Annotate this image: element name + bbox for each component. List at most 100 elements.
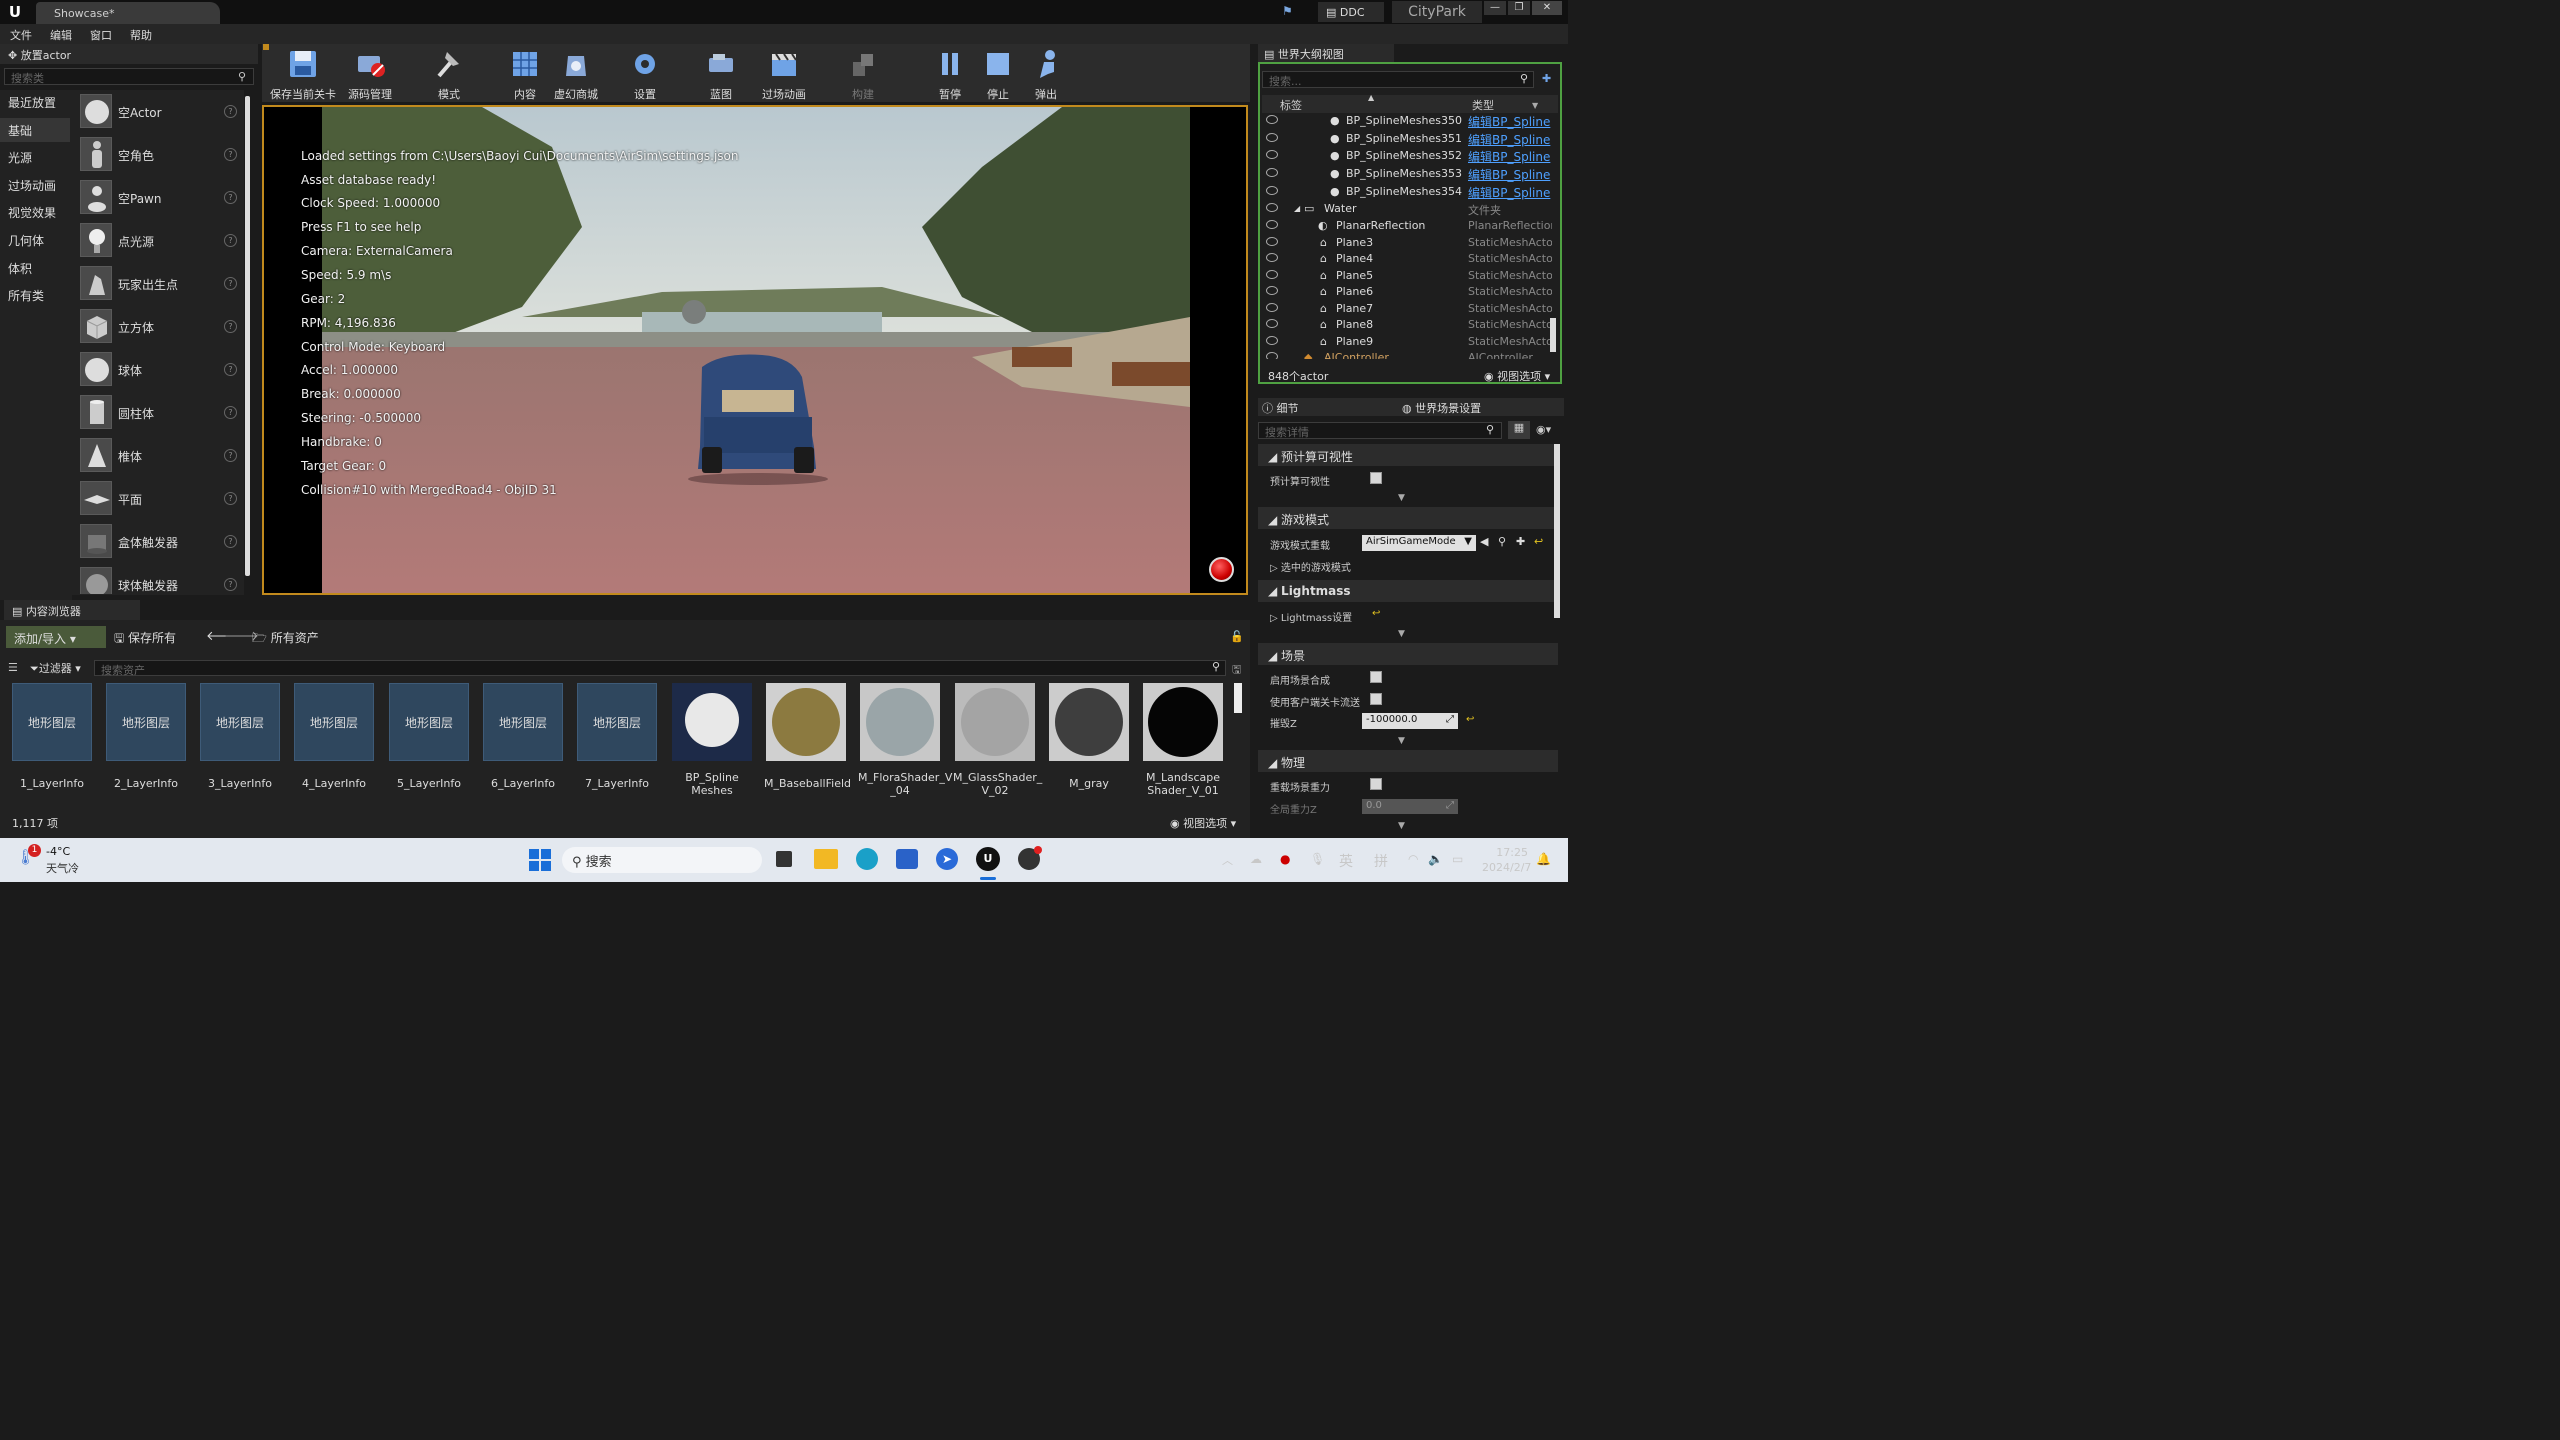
visibility-eye-icon[interactable] — [1266, 270, 1278, 279]
app-arrow-icon[interactable]: ➤ — [936, 848, 958, 870]
asset-tile[interactable]: M_Landscape Shader_V_01 — [1141, 683, 1225, 803]
menu-file[interactable]: 文件 — [10, 27, 32, 43]
expand-advanced-icon[interactable]: ▼ — [1398, 493, 1405, 503]
pause-button[interactable]: 暂停 — [928, 44, 972, 102]
asset-tile[interactable]: 地形图层 4_LayerInfo — [292, 683, 376, 803]
help-icon[interactable]: ? — [224, 449, 237, 462]
section-lightmass[interactable]: ◢ Lightmass — [1258, 580, 1558, 602]
asset-tile[interactable]: M_BaseballField — [764, 683, 851, 803]
place-item-plane[interactable]: 平面 ? — [76, 478, 242, 520]
place-item-empty-pawn[interactable]: 空Pawn ? — [76, 177, 242, 219]
expand-advanced-icon[interactable]: ▼ — [1398, 629, 1405, 639]
outliner-row[interactable]: ◐ PlanarReflection PlanarReflection — [1262, 217, 1552, 234]
weather-desc[interactable]: 天气冷 — [46, 860, 79, 876]
outliner-folder-row[interactable]: ◢ ▭ Water 文件夹 — [1262, 200, 1550, 217]
category-cinematic[interactable]: 过场动画 — [0, 173, 70, 197]
blueprints-button[interactable]: 蓝图 — [698, 44, 744, 102]
outliner-row-type[interactable]: 编辑BP_Spline — [1468, 113, 1552, 130]
help-icon[interactable]: ? — [224, 406, 237, 419]
category-recent[interactable]: 最近放置 — [0, 90, 70, 114]
edge-browser-icon[interactable] — [856, 848, 878, 870]
kill-z-input[interactable]: -100000.0 ⤢ — [1362, 713, 1458, 729]
ddc-indicator[interactable]: ▤ DDC — [1318, 2, 1384, 22]
outliner-row-type[interactable]: 编辑BP_Spline — [1468, 184, 1552, 201]
source-control-icon[interactable]: ⚑ — [1282, 4, 1296, 18]
visibility-eye-icon[interactable] — [1266, 203, 1278, 212]
place-item-sphere-trigger[interactable]: 球体触发器 ? — [76, 564, 242, 594]
modes-button[interactable]: 模式 — [424, 44, 474, 102]
menu-window[interactable]: 窗口 — [90, 27, 112, 43]
visibility-eye-icon[interactable] — [1266, 286, 1278, 295]
place-item-empty-character[interactable]: 空角色 ? — [76, 134, 242, 176]
outliner-row[interactable]: ● BP_SplineMeshes351 编辑BP_Spline — [1262, 130, 1550, 147]
tray-app-icon[interactable]: ● — [1280, 852, 1290, 866]
game-mode-dropdown[interactable]: AirSimGameMode ▼ — [1362, 535, 1476, 551]
ime-pinyin[interactable]: 拼 — [1374, 851, 1388, 871]
content-view-options[interactable]: ◉ 视图选项 ▾ — [1170, 815, 1236, 831]
settings-button[interactable]: 设置 — [622, 44, 668, 102]
place-item-empty-actor[interactable]: 空Actor ? — [76, 91, 242, 133]
eject-button[interactable]: 弹出 — [1024, 44, 1068, 102]
help-icon[interactable]: ? — [224, 277, 237, 290]
save-current-level-button[interactable]: 保存当前关卡 — [268, 44, 338, 102]
outliner-search-input[interactable]: 搜索... — [1262, 71, 1534, 88]
section-game-mode[interactable]: ◢ 游戏模式 — [1258, 507, 1558, 529]
record-button[interactable] — [1209, 557, 1234, 582]
outliner-row-type[interactable]: 编辑BP_Spline — [1468, 148, 1552, 165]
help-icon[interactable]: ? — [224, 234, 237, 247]
enable-composition-checkbox[interactable] — [1370, 671, 1382, 683]
asset-tile[interactable]: M_FloraShader_V _04 — [858, 683, 952, 803]
category-volumes[interactable]: 体积 — [0, 256, 70, 280]
outliner-row[interactable]: ⌂ Plane8 StaticMeshActor — [1262, 316, 1552, 333]
expand-triangle-icon[interactable]: ◢ — [1294, 204, 1300, 213]
asset-tile[interactable]: 地形图层 3_LayerInfo — [198, 683, 282, 803]
content-button[interactable]: 内容 — [500, 44, 550, 102]
section-precomputed-visibility[interactable]: ◢ 预计算可视性 — [1258, 444, 1558, 466]
col-label-header[interactable]: 标签 — [1280, 97, 1302, 113]
outliner-row[interactable]: ⌂ Plane6 StaticMeshActor — [1262, 283, 1552, 300]
asset-tile[interactable]: 地形图层 2_LayerInfo — [104, 683, 188, 803]
save-all-button[interactable]: 🖫 保存所有 — [114, 629, 176, 650]
add-actor-icon[interactable]: ✚ — [1542, 72, 1551, 85]
content-scrollbar[interactable] — [1234, 683, 1242, 713]
content-browser-tab[interactable]: ▤ 内容浏览器 — [4, 600, 140, 620]
visibility-eye-icon[interactable] — [1266, 303, 1278, 312]
details-tab[interactable]: ⓘ 细节 — [1262, 400, 1299, 416]
visibility-eye-icon[interactable] — [1266, 220, 1278, 229]
property-matrix-icon[interactable]: ▦ — [1508, 421, 1530, 439]
asset-tile[interactable]: 地形图层 1_LayerInfo — [10, 683, 94, 803]
precomputed-visibility-checkbox[interactable] — [1370, 472, 1382, 484]
prop-lightmass-settings[interactable]: ▷ Lightmass设置 ↩ — [1258, 605, 1558, 625]
outliner-view-options[interactable]: ◉ 视图选项 ▾ — [1484, 368, 1550, 384]
asset-tile[interactable]: M_GlassShader_ V_02 — [953, 683, 1042, 803]
details-search-input[interactable]: 搜索详情 — [1258, 422, 1502, 439]
asset-tile[interactable]: M_gray — [1047, 683, 1131, 803]
outliner-row[interactable]: ⌂ Plane4 StaticMeshActor — [1262, 250, 1552, 267]
unreal-engine-icon[interactable]: U — [976, 847, 1000, 871]
override-gravity-checkbox[interactable] — [1370, 778, 1382, 790]
path-breadcrumb[interactable]: 🗁 所有资产 — [252, 629, 319, 650]
outliner-scrollbar[interactable] — [1550, 318, 1556, 352]
category-basic[interactable]: 基础 — [0, 118, 70, 142]
clock-time[interactable]: 17:25 — [1496, 846, 1528, 859]
place-item-box-trigger[interactable]: 盒体触发器 ? — [76, 521, 242, 563]
place-item-cone[interactable]: 椎体 ? — [76, 435, 242, 477]
place-actor-tab[interactable]: ✥ 放置actor — [0, 44, 258, 64]
chevron-up-icon[interactable]: ︿ — [1222, 852, 1233, 868]
asset-search-input[interactable]: 搜索资产 — [94, 660, 1226, 677]
outliner-row-type[interactable]: 编辑BP_Spline — [1468, 166, 1552, 183]
visibility-eye-icon[interactable] — [1266, 150, 1278, 159]
category-visual-effects[interactable]: 视觉效果 — [0, 200, 70, 224]
visibility-eye-icon[interactable] — [1266, 168, 1278, 177]
category-lights[interactable]: 光源 — [0, 145, 70, 169]
outliner-row[interactable]: ● BP_SplineMeshes354 编辑BP_Spline — [1262, 183, 1550, 200]
save-search-icon[interactable]: 🖫 — [1232, 661, 1241, 680]
lock-icon[interactable]: 🔓 — [1230, 630, 1244, 643]
add-import-button[interactable]: 添加/导入 ▾ — [6, 626, 106, 648]
asset-tile[interactable]: 地形图层 5_LayerInfo — [387, 683, 471, 803]
outliner-row[interactable]: ● BP_SplineMeshes353 编辑BP_Spline — [1262, 165, 1550, 182]
help-icon[interactable]: ? — [224, 363, 237, 376]
place-item-point-light[interactable]: 点光源 ? — [76, 220, 242, 262]
add-icon[interactable]: ✚ — [1516, 535, 1525, 548]
outliner-row[interactable]: ⌂ Plane3 StaticMeshActor — [1262, 234, 1552, 251]
